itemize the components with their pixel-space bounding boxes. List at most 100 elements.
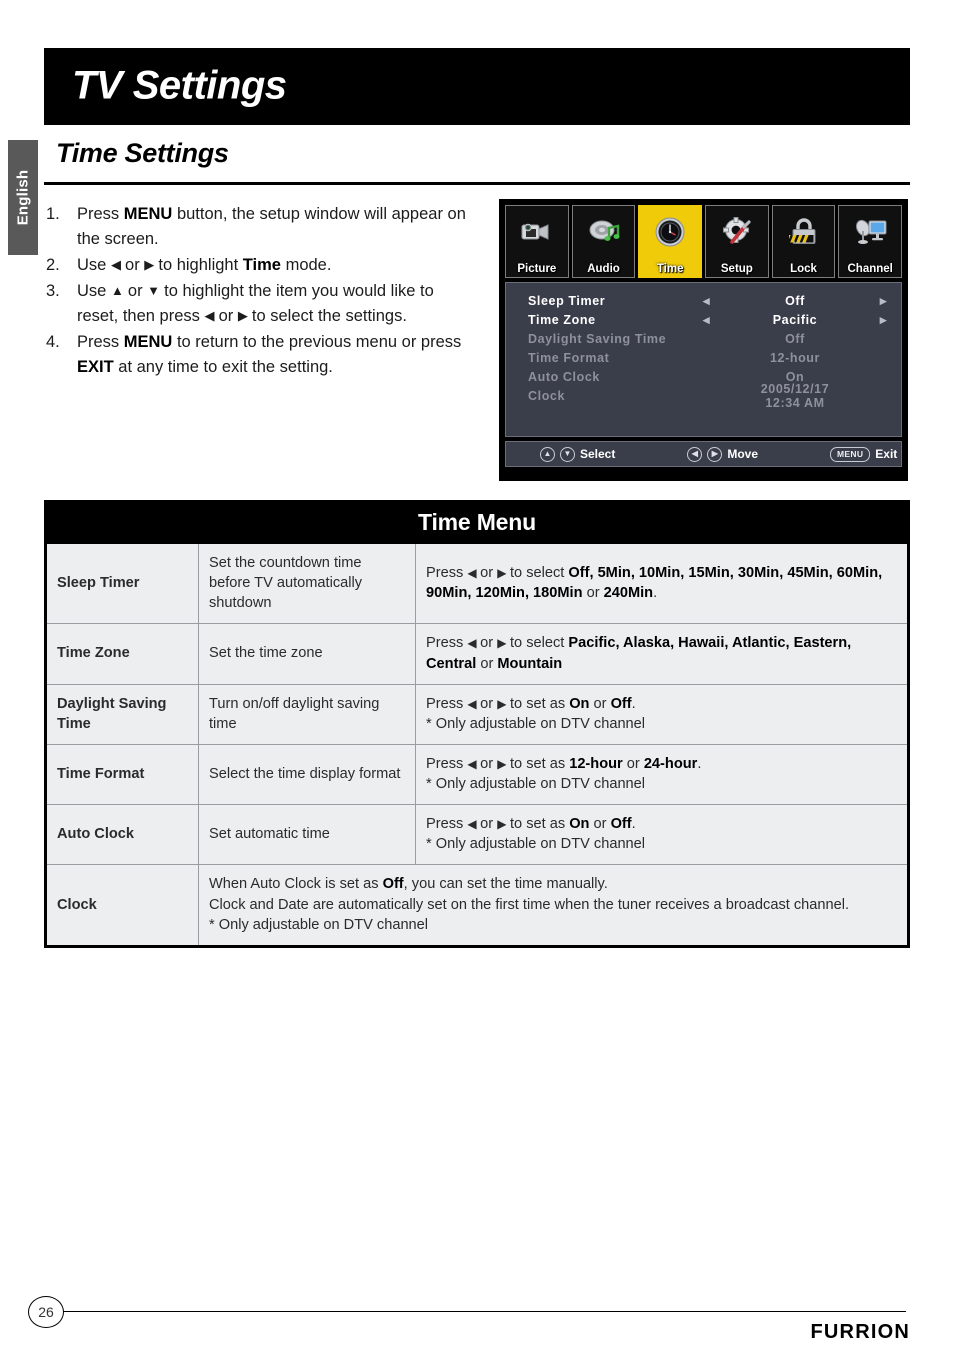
gear-screwdriver-icon [706, 209, 768, 255]
page-header-bar: TV Settings [44, 48, 910, 125]
instruction-step: 3. Use ▲ or ▼ to highlight the item you … [46, 279, 476, 329]
osd-tab-label: Time [656, 263, 684, 275]
decrement-arrow-icon[interactable]: ◂ [703, 312, 743, 328]
table-cell-description: Set automatic time [198, 804, 416, 866]
osd-setting-value: 2005/12/17 12:34 AM [760, 381, 830, 410]
osd-setting-label: Clock [528, 388, 566, 403]
down-arrow-key-icon: ▼ [560, 446, 575, 462]
instruction-steps: 1. Press MENU button, the setup window w… [46, 202, 476, 382]
table-cell-action: Press ◀ or ▶ to select Off, 5Min, 10Min,… [415, 544, 907, 625]
table-cell-name: Clock [47, 864, 199, 945]
table-cell-name: Time Format [47, 743, 199, 806]
speaker-music-note-icon [573, 209, 635, 255]
table-cell-description: Select the time display format [198, 743, 416, 806]
step-text: Use ▲ or ▼ to highlight the item you wou… [77, 282, 434, 326]
step-number: 2. [46, 256, 60, 275]
osd-tab-setup[interactable]: Setup [705, 205, 769, 278]
osd-tab-lock[interactable]: Lock [771, 205, 836, 278]
table-row: Auto Clock Set automatic time Press ◀ or… [47, 804, 907, 866]
osd-tab-audio[interactable]: Audio [571, 205, 636, 278]
osd-setting-row[interactable]: Daylight Saving Time Off [528, 329, 887, 348]
table-cell-action: When Auto Clock is set as Off, you can s… [198, 864, 907, 945]
osd-setting-value: Off [785, 331, 805, 346]
osd-setting-value: Pacific [772, 312, 818, 327]
osd-setting-row[interactable]: Clock 2005/12/17 12:34 AM [528, 382, 887, 410]
table-cell-name: Auto Clock [47, 804, 199, 866]
osd-tab-bar: Picture Audio Time Setup Lock Channel [505, 205, 903, 278]
osd-tab-time[interactable]: Time [638, 205, 703, 278]
table-cell-description: Set the time zone [198, 623, 416, 685]
osd-tab-picture[interactable]: Picture [505, 205, 569, 278]
left-arrow-key-icon: ◀ [687, 446, 703, 462]
table-cell-action: Press ◀ or ▶ to set as On or Off. * Only … [415, 683, 907, 745]
osd-setting-row[interactable]: Time Zone ◂ Pacific ▸ [528, 310, 887, 329]
osd-select-hint: ▲ ▼ Select [540, 446, 616, 462]
language-tab: English [8, 140, 38, 255]
footer-divider [50, 1311, 906, 1312]
camcorder-icon [506, 209, 568, 255]
table-cell-note: * Only adjustable on DTV channel [426, 776, 646, 792]
osd-move-label: Move [727, 447, 759, 461]
osd-setting-label: Daylight Saving Time [528, 331, 667, 346]
table-cell-action: Press ◀ or ▶ to set as On or Off. * Only … [415, 804, 907, 866]
table-cell-name: Daylight Saving Time [47, 683, 199, 745]
increment-arrow-icon[interactable]: ▸ [847, 293, 887, 309]
step-number: 3. [46, 282, 60, 301]
osd-select-label: Select [580, 447, 616, 461]
osd-setting-row[interactable]: Time Format 12-hour [528, 348, 887, 367]
section-divider [44, 182, 910, 185]
table-cell-action: Press ◀ or ▶ to set as 12-hour or 24-hou… [415, 743, 907, 806]
step-text: Use ◀ or ▶ to highlight Time mode. [77, 256, 332, 275]
page-number: 26 [28, 1296, 64, 1328]
table-cell-description: Turn on/off daylight saving time [198, 683, 416, 745]
instruction-step: 2. Use ◀ or ▶ to highlight Time mode. [46, 253, 476, 278]
osd-tab-label: Picture [517, 263, 557, 275]
osd-tab-label: Audio [587, 263, 620, 275]
up-arrow-key-icon: ▲ [540, 446, 555, 462]
osd-tab-channel[interactable]: Channel [838, 205, 903, 278]
page-title: TV Settings [72, 63, 287, 108]
step-number: 4. [46, 333, 60, 352]
right-arrow-key-icon: ▶ [707, 446, 723, 462]
decrement-arrow-icon[interactable]: ◂ [703, 293, 743, 309]
osd-tab-label: Channel [847, 263, 893, 275]
table-title: Time Menu [47, 503, 907, 544]
brand-logo: FURRION [810, 1321, 910, 1343]
table-cell-description: Set the countdown time before TV automat… [198, 544, 416, 625]
step-text: Press MENU to return to the previous men… [77, 333, 462, 377]
satellite-dish-monitor-icon [839, 209, 901, 255]
language-tab-label: English [14, 169, 32, 226]
table-cell-action: Press ◀ or ▶ to select Pacific, Alaska, … [415, 623, 907, 685]
osd-setting-label: Time Format [528, 350, 610, 365]
table-cell-name: Time Zone [47, 623, 199, 685]
table-row: Sleep Timer Set the countdown time befor… [47, 544, 907, 625]
table-row: Time Format Select the time display form… [47, 743, 907, 806]
table-row: Daylight Saving Time Turn on/off dayligh… [47, 683, 907, 745]
osd-exit-label: Exit [875, 447, 898, 461]
table-row: Clock When Auto Clock is set as Off, you… [47, 864, 907, 945]
instruction-step: 4. Press MENU to return to the previous … [46, 330, 476, 380]
step-number: 1. [46, 205, 60, 223]
osd-setting-label: Auto Clock [528, 369, 600, 384]
osd-tab-label: Setup [720, 263, 753, 275]
increment-arrow-icon[interactable]: ▸ [847, 312, 887, 328]
table-cell-note: * Only adjustable on DTV channel [426, 836, 646, 853]
padlock-icon [773, 209, 835, 255]
table-cell-name: Sleep Timer [47, 544, 199, 625]
instruction-step: 1. Press MENU button, the setup window w… [46, 202, 476, 252]
osd-move-hint: ◀ ▶ Move [687, 446, 759, 462]
clock-icon [639, 209, 701, 255]
osd-footer-bar: ▲ ▼ Select ◀ ▶ Move MENU Exit [505, 441, 902, 467]
menu-key-icon: MENU [830, 446, 871, 462]
table-row: Time Zone Set the time zone Press ◀ or ▶… [47, 623, 907, 685]
osd-screenshot: Picture Audio Time Setup Lock Channel Sl… [499, 199, 908, 481]
time-menu-table: Time Menu Sleep Timer Set the countdown … [44, 500, 910, 948]
step-text: Press MENU button, the setup window will… [77, 205, 466, 249]
section-title: Time Settings [56, 138, 229, 168]
osd-setting-value: 12-hour [769, 350, 821, 365]
table-cell-note: * Only adjustable on DTV channel [426, 715, 646, 732]
osd-setting-value: Off [785, 293, 805, 308]
osd-setting-row[interactable]: Sleep Timer ◂ Off ▸ [528, 291, 887, 310]
osd-exit-hint: MENU Exit [830, 446, 898, 462]
osd-setting-label: Sleep Timer [528, 293, 606, 308]
